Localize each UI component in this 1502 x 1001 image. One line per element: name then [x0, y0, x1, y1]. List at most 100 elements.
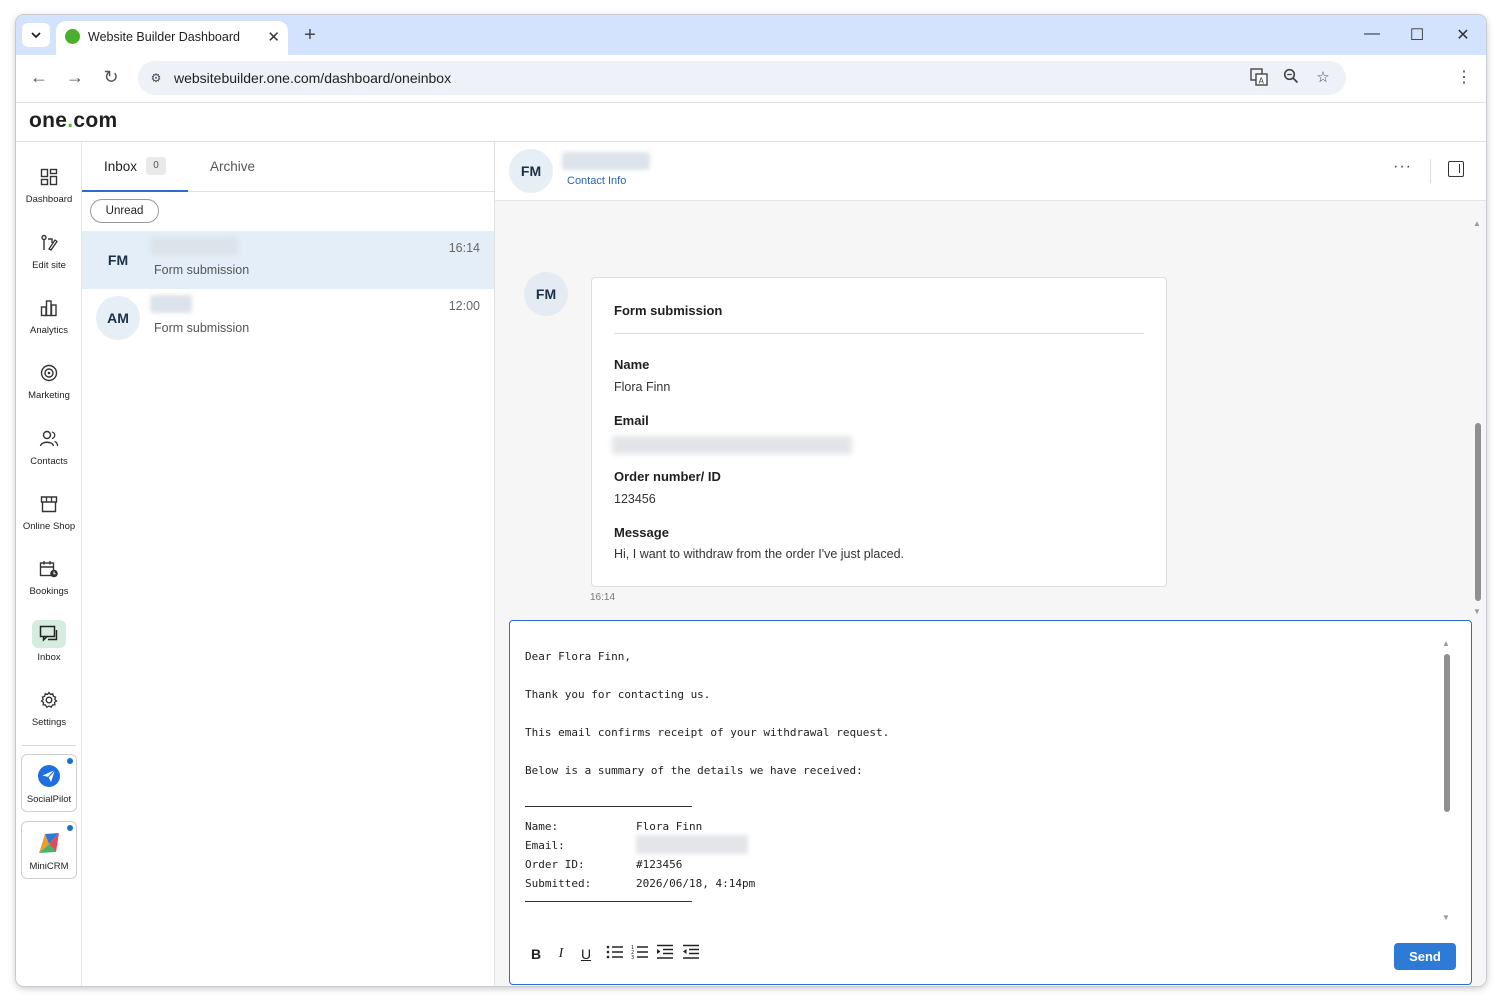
nav-analytics[interactable]: Analytics: [16, 295, 82, 351]
conversation-item[interactable]: FM 16:14 Form submission: [82, 231, 494, 289]
notification-dot: [67, 825, 73, 831]
numbered-list-icon[interactable]: 123: [630, 944, 650, 964]
svg-text:3: 3: [631, 955, 634, 960]
conversation-thread-pane: FM Contact Info ··· FM Form submission N…: [495, 142, 1486, 986]
avatar[interactable]: FM: [509, 149, 553, 193]
summary-label[interactable]: Name:: [525, 820, 558, 833]
close-window-icon[interactable]: ✕: [1453, 25, 1473, 45]
new-tab-button[interactable]: +: [298, 23, 322, 47]
scroll-up-icon[interactable]: ▲: [1473, 219, 1481, 228]
one-com-logo[interactable]: one.com: [29, 109, 117, 133]
analytics-icon: [36, 295, 62, 321]
tab-search-button[interactable]: [22, 23, 50, 47]
reply-composer[interactable]: Dear Flora Finn, Thank you for contactin…: [509, 620, 1472, 985]
minimize-icon[interactable]: —: [1362, 25, 1382, 43]
reload-icon[interactable]: ↻: [99, 67, 123, 88]
conversation-item[interactable]: AM 12:00 Form submission: [82, 289, 494, 347]
nav-bookings[interactable]: Bookings: [16, 556, 82, 612]
bookings-icon: [36, 556, 62, 582]
dashboard-icon: [36, 164, 62, 190]
zoom-icon[interactable]: [1281, 68, 1301, 88]
summary-label[interactable]: Email:: [525, 839, 565, 852]
scroll-down-icon[interactable]: ▼: [1442, 913, 1450, 922]
maximize-icon[interactable]: ☐: [1407, 25, 1427, 45]
summary-value[interactable]: 2026/06/18, 4:14pm: [636, 877, 755, 890]
underline-icon[interactable]: U: [576, 944, 596, 964]
composer-rule: [525, 901, 692, 902]
summary-value[interactable]: Flora Finn: [636, 820, 702, 833]
composer-line[interactable]: This email confirms receipt of your with…: [525, 726, 889, 739]
nav-edit-site[interactable]: Edit site: [16, 230, 82, 286]
indent-icon[interactable]: [655, 944, 675, 964]
nav-label: Inbox: [37, 652, 61, 663]
nav-settings[interactable]: Settings: [16, 687, 82, 743]
nav-marketing[interactable]: Marketing: [16, 360, 82, 416]
summary-label[interactable]: Order ID:: [525, 858, 585, 871]
form-submission-card: Form submission Name Flora Finn Email Or…: [591, 277, 1167, 587]
contact-info-link[interactable]: Contact Info: [567, 175, 626, 187]
unread-filter-chip[interactable]: Unread: [90, 199, 159, 223]
nav-label: Bookings: [29, 586, 69, 597]
nav-label: Dashboard: [25, 194, 73, 205]
browser-menu-icon[interactable]: ⋮: [1456, 67, 1472, 87]
nav-contacts[interactable]: Contacts: [16, 426, 82, 482]
nav-label: Settings: [31, 717, 67, 728]
close-tab-icon[interactable]: ✕: [267, 28, 280, 46]
scrollbar-thumb[interactable]: [1475, 423, 1481, 601]
conversation-subject: Form submission: [154, 321, 250, 335]
nav-label: Marketing: [28, 390, 70, 401]
minicrm-icon: [39, 833, 59, 853]
field-value-name: Flora Finn: [614, 380, 671, 394]
card-divider: [614, 333, 1144, 334]
field-value-message: Hi, I want to withdraw from the order I'…: [614, 547, 905, 561]
tab-archive[interactable]: Archive: [210, 159, 255, 174]
toggle-side-panel-icon[interactable]: [1448, 161, 1464, 177]
summary-label[interactable]: Submitted:: [525, 877, 591, 890]
bookmark-star-icon[interactable]: ☆: [1313, 68, 1333, 86]
app-socialpilot[interactable]: SocialPilot: [21, 754, 77, 812]
app-label: SocialPilot: [26, 794, 72, 805]
send-button[interactable]: Send: [1394, 943, 1456, 970]
redacted-email: [636, 835, 748, 854]
field-label-message: Message: [614, 525, 669, 540]
composer-line[interactable]: Below is a summary of the details we hav…: [525, 764, 863, 777]
tab-inbox[interactable]: Inbox 0: [82, 142, 188, 192]
nav-inbox[interactable]: Inbox: [16, 620, 82, 676]
inbox-list-pane: Inbox 0 Archive Unread FM 16:14 Form sub…: [82, 142, 495, 986]
conversation-time: 12:00: [448, 299, 480, 313]
more-options-icon[interactable]: ···: [1393, 158, 1412, 176]
inbox-tabs: Inbox 0 Archive: [82, 142, 495, 192]
scroll-up-icon[interactable]: ▲: [1442, 639, 1450, 648]
nav-dashboard[interactable]: Dashboard: [16, 164, 82, 220]
nav-online-shop[interactable]: Online Shop: [16, 491, 82, 547]
url-text[interactable]: websitebuilder.one.com/dashboard/oneinbo…: [174, 70, 451, 86]
back-icon[interactable]: ←: [27, 67, 51, 88]
app-minicrm[interactable]: MiniCRM: [21, 821, 77, 879]
rail-divider: [22, 745, 76, 746]
app-header: one.com: [16, 103, 1486, 142]
redacted-sender-name: [150, 295, 192, 313]
scroll-down-icon[interactable]: ▼: [1473, 607, 1481, 616]
composer-line[interactable]: Thank you for contacting us.: [525, 688, 710, 701]
composer-line[interactable]: Dear Flora Finn,: [525, 650, 631, 663]
site-settings-icon[interactable]: ⚙: [146, 68, 166, 88]
bold-icon[interactable]: B: [526, 944, 546, 964]
browser-tab[interactable]: Website Builder Dashboard ✕: [56, 21, 288, 55]
shop-icon: [36, 491, 62, 517]
tab-strip: Website Builder Dashboard ✕ + — ☐ ✕: [16, 15, 1486, 55]
tab-title: Website Builder Dashboard: [88, 30, 240, 44]
browser-window: Website Builder Dashboard ✕ + — ☐ ✕ ← → …: [16, 15, 1486, 986]
forward-icon[interactable]: →: [63, 67, 87, 88]
italic-icon[interactable]: I: [551, 944, 571, 964]
scrollbar-thumb[interactable]: [1444, 654, 1450, 812]
summary-value[interactable]: #123456: [636, 858, 682, 871]
thread-scrollbar[interactable]: ▲ ▼: [1473, 219, 1483, 617]
nav-label: Analytics: [29, 325, 68, 336]
nav-label: Edit site: [32, 260, 66, 271]
bullet-list-icon[interactable]: [605, 944, 625, 964]
address-bar[interactable]: ⚙ websitebuilder.one.com/dashboard/onein…: [138, 61, 1346, 95]
composer-scrollbar[interactable]: ▲ ▼: [1442, 639, 1452, 922]
translate-icon[interactable]: A: [1249, 68, 1269, 90]
outdent-icon[interactable]: [681, 944, 701, 964]
avatar: AM: [96, 296, 140, 340]
